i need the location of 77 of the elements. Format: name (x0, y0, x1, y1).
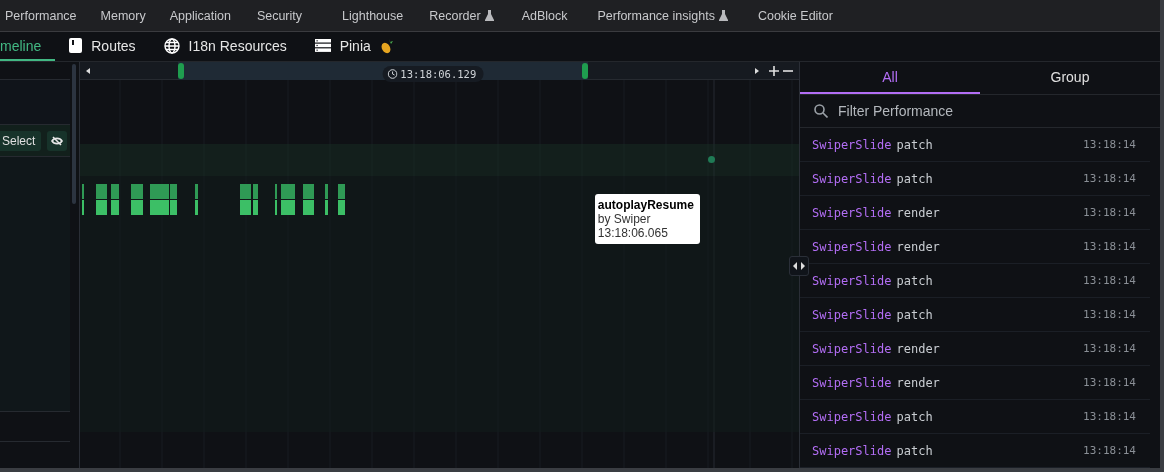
event-row[interactable]: SwiperSlide patch 13:18:14 (800, 128, 1150, 162)
component-name: SwiperSlide (812, 341, 892, 356)
component-name: SwiperSlide (812, 375, 892, 390)
clock-icon (387, 68, 398, 79)
select-button[interactable]: Select (0, 130, 42, 151)
panel-tab[interactable]: Routes (55, 32, 150, 61)
collapse-toggle[interactable] (789, 256, 809, 276)
event-time: 13:18:14 (1083, 342, 1136, 355)
component-name: SwiperSlide (812, 307, 892, 322)
book-icon (69, 38, 83, 53)
event-time: 13:18:14 (1083, 274, 1136, 287)
tooltip-title: autoplayResume (597, 198, 695, 212)
event-action: render (896, 375, 941, 390)
event-time: 13:18:14 (1083, 444, 1136, 457)
tooltip-source: by Swiper (597, 212, 652, 226)
event-time: 13:18:14 (1083, 206, 1136, 219)
list-icon (314, 39, 331, 52)
sidebar-tab[interactable]: All (800, 62, 980, 94)
devtools-tab[interactable]: Performance insights (597, 8, 728, 23)
search-icon (814, 104, 828, 118)
arrows-icon (793, 262, 805, 270)
event-row[interactable]: SwiperSlide render 13:18:14 (800, 196, 1150, 230)
component-name: SwiperSlide (812, 273, 892, 288)
panel-tab[interactable]: Pinia (300, 32, 408, 61)
devtools-tab[interactable]: Lighthouse (342, 8, 404, 23)
devtools-tab[interactable]: Memory (100, 8, 146, 23)
event-action: patch (896, 137, 934, 152)
devtools-tab[interactable]: Application (169, 8, 231, 23)
event-action: patch (896, 171, 934, 186)
range-handle[interactable] (177, 62, 184, 79)
event-action: render (896, 341, 941, 356)
event-row[interactable]: SwiperSlide render 13:18:14 (800, 332, 1150, 366)
devtools-tab[interactable]: Recorder (429, 8, 494, 23)
event-time: 13:18:14 (1083, 410, 1136, 423)
plus-icon[interactable] (769, 65, 779, 76)
devtools-tab[interactable]: Cookie Editor (757, 8, 833, 23)
event-row[interactable]: SwiperSlide patch 13:18:14 (800, 400, 1150, 434)
event-dot[interactable] (707, 156, 715, 163)
tooltip-time: 13:18:06.065 (597, 226, 669, 240)
event-time: 13:18:14 (1083, 138, 1136, 151)
filter-field[interactable]: Filter Performance (836, 102, 1160, 120)
pineapple-icon (379, 37, 394, 54)
event-action: render (896, 205, 941, 220)
component-name: SwiperSlide (812, 239, 892, 254)
devtools-tab[interactable]: Security (256, 8, 303, 23)
event-row[interactable]: SwiperSlide patch 13:18:14 (800, 298, 1150, 332)
event-action: render (896, 239, 941, 254)
component-name: SwiperSlide (812, 443, 892, 458)
scrollbar-thumb[interactable] (72, 64, 77, 204)
component-name: SwiperSlide (812, 409, 892, 424)
eye-off-icon (51, 135, 64, 146)
event-action: patch (896, 307, 934, 322)
event-row[interactable]: SwiperSlide render 13:18:14 (800, 366, 1150, 400)
event-time: 13:18:14 (1083, 308, 1136, 321)
component-name: SwiperSlide (812, 205, 892, 220)
panel-tab[interactable]: I18n Resources (149, 32, 301, 61)
event-action: patch (896, 273, 934, 288)
devtools-tab[interactable]: Performance (5, 8, 77, 23)
globe-icon (163, 37, 180, 54)
event-time: 13:18:14 (1083, 376, 1136, 389)
event-action: patch (896, 443, 934, 458)
range-handle[interactable] (581, 62, 588, 79)
time-badge: 13:18:06.129 (382, 65, 484, 82)
sidebar-tab[interactable]: Group (980, 62, 1160, 94)
caret-right-icon[interactable] (755, 67, 759, 74)
flask-icon (718, 10, 728, 21)
devtools-tab[interactable]: AdBlock (521, 8, 568, 23)
component-name: SwiperSlide (812, 137, 892, 152)
event-time: 13:18:14 (1083, 240, 1136, 253)
event-row[interactable]: SwiperSlide patch 13:18:14 (800, 434, 1150, 468)
event-time: 13:18:14 (1083, 172, 1136, 185)
event-row[interactable]: SwiperSlide patch 13:18:14 (800, 162, 1150, 196)
event-action: patch (896, 409, 934, 424)
component-name: SwiperSlide (812, 171, 892, 186)
flask-icon (484, 10, 494, 21)
caret-left-icon[interactable] (85, 67, 90, 74)
hide-button[interactable] (47, 130, 68, 151)
